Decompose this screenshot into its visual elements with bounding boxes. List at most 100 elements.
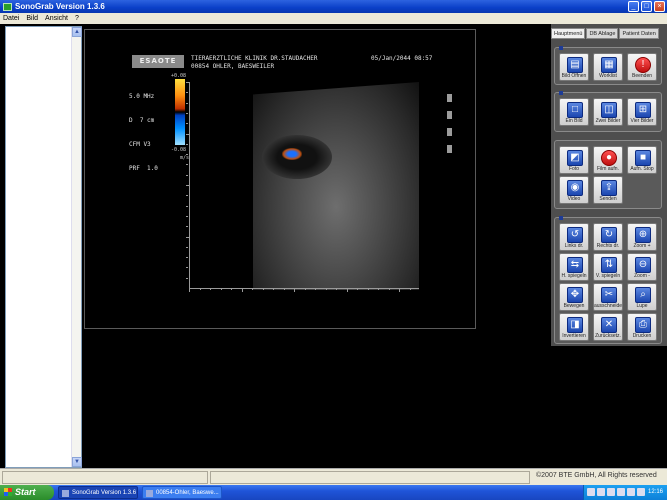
lupe-icon: ⌕ (635, 287, 651, 303)
lateral-tick (294, 288, 295, 292)
group-layout: □ Ein Bild ◫ Zwei Bilder ⊞ Vier Bilder (554, 91, 662, 132)
taskbar-item-image[interactable]: 00854-Ohler, Baeswe... (142, 486, 222, 499)
thumbnail-list[interactable]: ▲ ▼ (5, 26, 82, 468)
foto-button[interactable]: ◩ Foto (559, 146, 589, 174)
vier-bilder-icon: ⊞ (635, 102, 651, 118)
bild-oeffnen-icon: ▤ (567, 57, 583, 73)
scroll-down-icon[interactable]: ▼ (72, 457, 82, 467)
maximize-button[interactable]: □ (641, 1, 652, 12)
lateral-tick (399, 288, 400, 292)
app-icon (3, 2, 12, 11)
group-file: ▤ Bild Öffnen ▦ Worklist! Beenden (554, 46, 662, 85)
aufn-stop-button[interactable]: ■ Aufn. Stop (627, 146, 657, 174)
button-label: Lupe (636, 303, 648, 309)
menu-ansicht[interactable]: Ansicht (45, 15, 68, 22)
ausschneiden-icon: ✂ (601, 287, 617, 303)
zwei-bilder-icon: ◫ (601, 102, 617, 118)
tab-db-ablage[interactable]: DB Ablage (586, 28, 619, 39)
button-label: ausschneide (594, 303, 622, 309)
minimize-button[interactable]: _ (628, 1, 639, 12)
menu-bild[interactable]: Bild (26, 15, 38, 22)
links-dr-button[interactable]: ↺ Links dr. (559, 223, 589, 251)
lateral-tick (304, 288, 306, 290)
button-label: Video (567, 196, 581, 202)
depth-tick (186, 133, 190, 135)
bild-oeffnen-button[interactable]: ▤ Bild Öffnen (559, 53, 589, 81)
depth-tick (186, 185, 190, 186)
lateral-tick (283, 288, 285, 290)
ausschneiden-button[interactable]: ✂ ausschneide (593, 283, 623, 311)
tray-icon[interactable] (627, 488, 635, 496)
param-depth: D 7 cm (129, 117, 155, 124)
taskbar-item-sonograb[interactable]: SonoGrab Version 1.3.6 (58, 486, 138, 499)
h-spiegeln-button[interactable]: ⇆ H. spiegeln (559, 253, 589, 281)
button-label: Drucken (632, 333, 652, 339)
beenden-button[interactable]: ! Beenden (627, 53, 657, 81)
tray-icon[interactable] (617, 488, 625, 496)
menu-help[interactable]: ? (75, 15, 79, 22)
video-button[interactable]: ◉ Video (559, 176, 589, 204)
depth-tick (186, 112, 188, 114)
depth-tick (186, 205, 188, 207)
ein-bild-button[interactable]: □ Ein Bild (559, 98, 589, 126)
start-button[interactable]: Start (0, 485, 54, 500)
video-icon: ◉ (567, 180, 583, 196)
lateral-tick (262, 288, 264, 290)
button-label: Invertieren (562, 333, 586, 339)
lupe-button[interactable]: ⌕ Lupe (627, 283, 657, 311)
zwei-bilder-button[interactable]: ◫ Zwei Bilder (593, 98, 623, 126)
tray-icon[interactable] (587, 488, 595, 496)
app-icon (62, 490, 69, 497)
tab-patient-daten[interactable]: Patient Daten (619, 28, 659, 39)
worklist-button[interactable]: ▦ Worklist (593, 53, 623, 81)
clock: 12:16 (647, 489, 663, 495)
v-spiegeln-icon: ⇅ (601, 257, 617, 273)
zoom-minus-button[interactable]: ⊖ Zoom - (627, 253, 657, 281)
film-aufn-button[interactable]: ● Film aufn. (593, 146, 623, 174)
folder-icon (146, 490, 153, 497)
lateral-tick (199, 288, 201, 290)
clinic-name: TIERAERZTLICHE KLINIK DR.STAUDACHER (191, 55, 318, 62)
tray-icon[interactable] (607, 488, 615, 496)
title-bar: SonoGrab Version 1.3.6 _ □ × (0, 0, 667, 13)
lateral-tick (315, 288, 316, 290)
tray-icon[interactable] (637, 488, 645, 496)
doppler-color-scale (175, 79, 185, 145)
button-label: Zurücksetz. (595, 333, 621, 339)
senden-button[interactable]: ⇪ Senden (593, 176, 623, 204)
lateral-tick (346, 288, 348, 292)
vier-bilder-button[interactable]: ⊞ Vier Bilder (627, 98, 657, 126)
lateral-tick (273, 288, 274, 290)
list-scrollbar[interactable]: ▲ ▼ (71, 27, 82, 467)
drucken-button[interactable]: ⎙ Drucken (627, 313, 657, 341)
window-title: SonoGrab Version 1.3.6 (15, 2, 105, 11)
zuruecksetzen-button[interactable]: ✕ Zurücksetz. (593, 313, 623, 341)
button-label: Ein Bild (565, 118, 583, 124)
taskbar: Start SonoGrab Version 1.3.6 00854-Ohler… (0, 485, 667, 500)
button-label: Zoom + (633, 243, 651, 249)
tray-icon[interactable] (597, 488, 605, 496)
lateral-tick (409, 288, 411, 290)
system-tray: 12:16 (583, 485, 667, 500)
film-aufn-icon: ● (601, 150, 617, 166)
aufn-stop-icon: ■ (635, 150, 651, 166)
lateral-tick (336, 288, 337, 290)
v-spiegeln-button[interactable]: ⇅ V. spiegeln (593, 253, 623, 281)
group-caption (559, 91, 563, 95)
button-label: Zoom - (634, 273, 650, 279)
rechts-dr-button[interactable]: ↻ Rechts dr. (593, 223, 623, 251)
zoom-plus-button[interactable]: ⊕ Zoom + (627, 223, 657, 251)
invertieren-button[interactable]: ◨ Invertieren (559, 313, 589, 341)
ultrasound-viewer[interactable]: ESAOTE TIERAERZTLICHE KLINIK DR.STAUDACH… (84, 29, 476, 329)
menu-bar: Datei Bild Ansicht ? (0, 13, 667, 24)
menu-datei[interactable]: Datei (3, 15, 19, 22)
tab-hauptmenue[interactable]: Hauptmenü (551, 28, 586, 39)
scroll-up-icon[interactable]: ▲ (72, 27, 82, 37)
lateral-tick (367, 288, 369, 290)
bewegen-button[interactable]: ✥ Bewegen (559, 283, 589, 311)
button-label: Rechts dr. (596, 243, 620, 249)
depth-tick (186, 123, 188, 125)
depth-tick (186, 226, 188, 228)
close-button[interactable]: × (654, 1, 665, 12)
depth-tick (186, 236, 190, 238)
